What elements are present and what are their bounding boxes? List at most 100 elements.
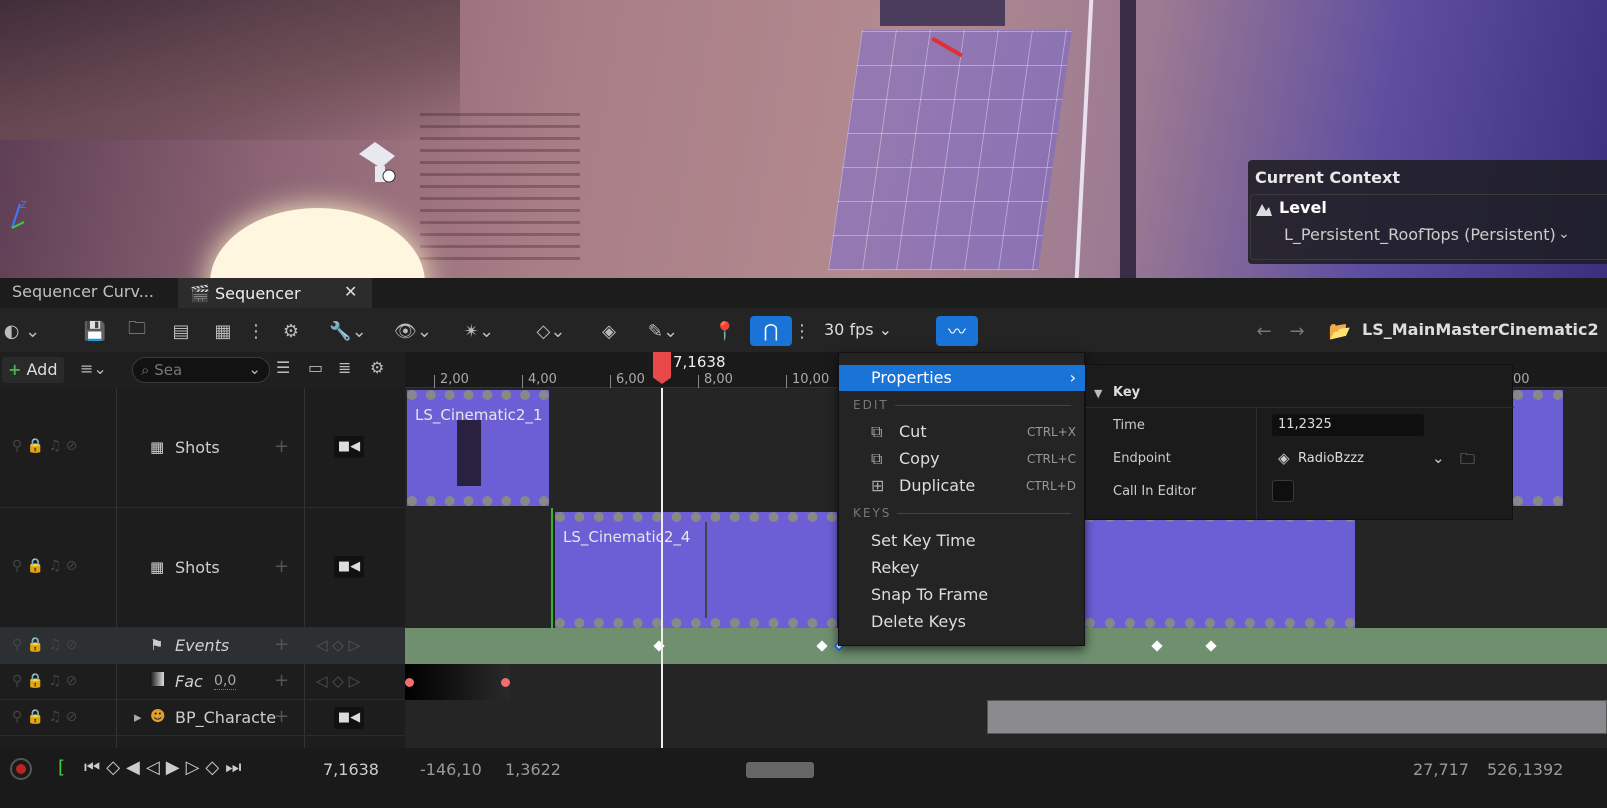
tab-sequencer-curves[interactable]: Sequencer Curv... xyxy=(0,278,170,308)
auto-key-icon[interactable]: ◈ xyxy=(594,316,624,346)
back-arrow-icon[interactable]: ← xyxy=(1250,316,1278,346)
add-key-icon[interactable]: + xyxy=(274,436,289,457)
key-properties-panel: ▼ Key Time 11,2325 Endpoint ◈ RadioBzzz … xyxy=(1085,364,1514,520)
start-marker-icon[interactable]: [ xyxy=(58,757,65,778)
film-icon: ▦ xyxy=(150,558,165,576)
track-row-shots-1[interactable]: ⚲ 🔒 ♫ ⊘ ▦ Shots + ■◀ xyxy=(0,388,405,508)
white-pole xyxy=(1074,0,1094,278)
range-start-field[interactable]: -146,10 xyxy=(420,760,482,779)
fade-value-field[interactable]: 0,0 xyxy=(214,673,237,690)
key-nav-icons[interactable]: ◁ ◇ ▷ xyxy=(316,636,360,654)
fade-curve[interactable] xyxy=(405,664,510,700)
transport-controls[interactable]: ⏮◇◀◁▶▷◇⏭ xyxy=(84,757,247,778)
chevron-down-icon[interactable]: ⌄ xyxy=(1558,226,1570,242)
more-options-icon[interactable]: ⋮ xyxy=(246,316,266,346)
camera-icon[interactable]: ■◀ xyxy=(334,436,364,458)
camera-icon[interactable]: ■◀ xyxy=(334,707,364,729)
playhead-handle[interactable] xyxy=(653,352,671,384)
chevron-down-icon[interactable]: ⌄ xyxy=(1432,449,1445,467)
current-time-field[interactable]: 7,1638 xyxy=(323,760,379,779)
eye-icon[interactable]: 👁⌄ xyxy=(390,316,436,346)
tab-sequencer[interactable]: 🎬 Sequencer ✕ xyxy=(178,278,372,308)
search-input[interactable]: ⌕ Sea ⌄ xyxy=(132,357,270,383)
menu-label: Duplicate xyxy=(899,476,976,495)
track-row-events[interactable]: ⚲ 🔒 ♫ ⊘ ⚑ Events + ◁ ◇ ▷ xyxy=(0,628,405,664)
collapse-arrow-icon[interactable]: ▼ xyxy=(1094,387,1102,400)
view-start-field[interactable]: 27,717 xyxy=(1413,760,1469,779)
lock-icons[interactable]: ⚲ 🔒 ♫ ⊘ xyxy=(12,637,77,653)
save-icon[interactable]: 💾 xyxy=(80,316,110,346)
expand-icon[interactable]: ▭ xyxy=(308,358,323,377)
lock-icons[interactable]: ⚲ 🔒 ♫ ⊘ xyxy=(12,673,77,689)
event-key[interactable] xyxy=(1205,640,1217,652)
level-viewport[interactable]: Z Current Context Level L_Persistent_Roo… xyxy=(0,0,1607,278)
fade-key[interactable] xyxy=(405,678,414,687)
key-interp-icon[interactable]: ◇⌄ xyxy=(528,316,574,346)
forward-arrow-icon[interactable]: → xyxy=(1283,316,1311,346)
find-asset-icon[interactable]: 🗀 xyxy=(120,316,154,346)
bp-character-section[interactable] xyxy=(987,700,1607,734)
endpoint-dropdown[interactable]: RadioBzzz xyxy=(1298,451,1364,466)
marker-icon[interactable]: 📍 xyxy=(710,316,740,346)
add-key-icon[interactable]: + xyxy=(274,706,289,727)
render-movie-icon[interactable]: ▤ xyxy=(166,316,196,346)
shot-clip-1[interactable]: LS_Cinematic2_1 xyxy=(407,390,549,506)
camera-actor-icon[interactable] xyxy=(355,140,399,184)
clapper-board-icon[interactable]: ▦ xyxy=(208,316,238,346)
curve-editor-icon[interactable]: 〰 xyxy=(936,316,978,346)
gear-icon[interactable]: ⚙ xyxy=(370,358,384,377)
shot-clip-2[interactable]: LS_Cinematic2_4 xyxy=(555,512,837,628)
menu-item-rekey[interactable]: Rekey xyxy=(839,555,1086,581)
filter-icon[interactable]: ≡⌄ xyxy=(80,359,107,378)
snap-options-icon[interactable]: ⋮ xyxy=(793,316,811,346)
lock-icons[interactable]: ⚲ 🔒 ♫ ⊘ xyxy=(12,558,77,574)
ruler-tick-label: 4,00 xyxy=(528,372,557,387)
time-field[interactable]: 11,2325 xyxy=(1272,414,1424,436)
close-icon[interactable]: ✕ xyxy=(344,282,357,301)
menu-item-properties[interactable]: Properties › xyxy=(839,365,1086,391)
key-nav-icons[interactable]: ◁ ◇ ▷ xyxy=(316,672,360,690)
world-icon[interactable]: ◐ ⌄ xyxy=(0,316,44,346)
add-key-icon[interactable]: + xyxy=(274,670,289,691)
collapse-icon[interactable]: ☰ xyxy=(276,358,290,377)
folder-icon[interactable]: 📂 xyxy=(1326,316,1354,346)
event-key[interactable] xyxy=(816,640,828,652)
range-end-field[interactable]: 1,3622 xyxy=(505,760,561,779)
shot-clip-3[interactable] xyxy=(1513,390,1563,506)
actions-icon[interactable]: ⚙ xyxy=(274,316,308,346)
event-key[interactable] xyxy=(1151,640,1163,652)
expand-arrow-icon[interactable]: ▸ xyxy=(134,708,142,726)
shot-clip-2-continued[interactable] xyxy=(1085,512,1355,628)
call-in-editor-checkbox[interactable] xyxy=(1272,480,1294,502)
menu-item-snap-to-frame[interactable]: Snap To Frame xyxy=(839,582,1086,608)
menu-item-delete-keys[interactable]: Delete Keys xyxy=(839,609,1086,635)
track-row-bp-character[interactable]: ⚲ 🔒 ♫ ⊘ ▸ ☻ BP_Characte + ■◀ xyxy=(0,700,405,736)
chevron-down-icon[interactable]: ⌄ xyxy=(248,360,261,378)
view-range-scrollbar[interactable] xyxy=(746,762,814,778)
menu-item-cut[interactable]: ⧉ Cut CTRL+X xyxy=(839,419,1086,445)
lock-icons[interactable]: ⚲ 🔒 ♫ ⊘ xyxy=(12,438,77,454)
add-key-icon[interactable]: + xyxy=(274,556,289,577)
add-key-icon[interactable]: + xyxy=(274,634,289,655)
record-icon[interactable] xyxy=(10,758,32,780)
camera-icon[interactable]: ■◀ xyxy=(334,556,364,578)
menu-item-set-key-time[interactable]: Set Key Time xyxy=(839,528,1086,554)
browse-icon[interactable]: 🗀 xyxy=(1460,449,1475,474)
track-row-shots-2[interactable]: ⚲ 🔒 ♫ ⊘ ▦ Shots + ■◀ xyxy=(0,508,405,628)
frame-rate-dropdown[interactable]: 30 fps ⌄ xyxy=(824,320,892,339)
menu-item-duplicate[interactable]: ⊞ Duplicate CTRL+D xyxy=(839,473,1086,499)
list-icon[interactable]: ≣ xyxy=(338,358,351,377)
fps-value: 30 fps xyxy=(824,320,874,339)
wrench-icon[interactable]: 🔧⌄ xyxy=(325,316,371,346)
snap-magnet-icon[interactable]: ⋂ xyxy=(750,316,792,346)
lock-icons[interactable]: ⚲ 🔒 ♫ ⊘ xyxy=(12,709,77,725)
level-dropdown[interactable]: L_Persistent_RoofTops (Persistent) xyxy=(1284,225,1556,244)
add-track-button[interactable]: + Add xyxy=(2,357,64,383)
view-end-field[interactable]: 526,1392 xyxy=(1487,760,1563,779)
breadcrumb[interactable]: LS_MainMasterCinematic2 xyxy=(1362,320,1599,339)
playback-options-icon[interactable]: ✴⌄ xyxy=(456,316,502,346)
edit-mode-icon[interactable]: ✎⌄ xyxy=(640,316,686,346)
fade-key[interactable] xyxy=(501,678,510,687)
menu-item-copy[interactable]: ⧉ Copy CTRL+C xyxy=(839,446,1086,472)
track-row-fade[interactable]: ⚲ 🔒 ♫ ⊘ Fac 0,0 + ◁ ◇ ▷ xyxy=(0,664,405,700)
